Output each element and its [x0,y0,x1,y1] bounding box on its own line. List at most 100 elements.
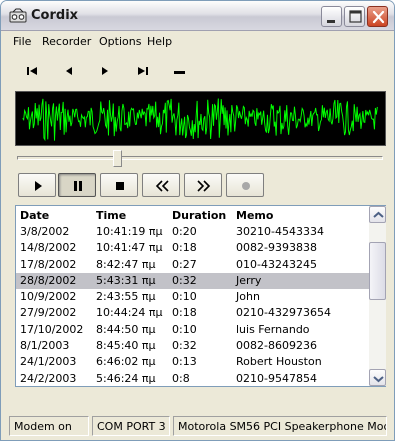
title-bar[interactable]: Cordix [1,1,394,31]
cell-date: 24/1/2003 [20,355,77,369]
scroll-up-button[interactable] [369,206,386,223]
cell-date: 28/8/2002 [20,273,77,287]
column-header-time[interactable]: Time [96,209,126,222]
skip-to-start-icon [27,67,37,75]
cell-time: 6:46:02 πμ [96,355,156,369]
scroll-down-icon [373,376,384,383]
list-header: Date Time Duration Memo [16,206,369,224]
cell-duration: 0:10 [172,290,197,304]
cell-memo: 010-43243245 [236,257,317,271]
scroll-up-icon [373,211,384,218]
scroll-down-button[interactable] [369,369,386,386]
minimize-icon [327,20,335,23]
record-icon [242,182,250,190]
cell-time: 2:43:55 πμ [96,290,156,304]
tape-recorder-icon [9,8,27,23]
window-title: Cordix [31,8,79,23]
step-back-icon [66,67,72,75]
cell-date: 17/10/2002 [20,322,84,336]
table-row[interactable]: 24/2/2003 5:46:24 πμ 0:8 0210-9547854 [16,371,369,387]
cell-time: 8:44:50 πμ [96,322,156,336]
player-controls [18,173,273,197]
cell-memo: luis Fernando [236,322,310,336]
play-icon [102,67,108,75]
skip-to-start-button[interactable] [20,59,44,83]
status-modem: Modem on [9,416,89,436]
status-bar: Modem on COM PORT 3 Motorola SM56 PCI Sp… [1,413,394,440]
close-icon [372,10,385,24]
pause-button[interactable] [58,173,96,197]
cell-date: 27/9/2002 [20,306,77,320]
menu-file[interactable]: File [13,35,31,48]
cell-time: 10:41:47 πμ [96,241,163,255]
cell-duration: 0:18 [172,306,197,320]
cell-time: 5:46:24 πμ [96,371,156,385]
maximize-icon [349,10,362,23]
status-device: Motorola SM56 PCI Speakerphone Modem [173,416,387,436]
list-rows: 3/8/2002 10:41:19 πμ 0:20 30210-4543334 14/8… [16,224,369,387]
status-port: COM PORT 3 [92,416,170,436]
cell-memo: 30210-4543334 [236,225,324,238]
waveform-display [15,91,386,146]
stop-icon [174,71,185,74]
transport-toolbar [1,55,394,87]
maximize-button[interactable] [344,6,365,27]
menu-help[interactable]: Help [147,35,172,48]
table-row[interactable]: 28/8/2002 5:43:31 πμ 0:32 Jerry [16,272,369,290]
cell-time: 10:41:19 πμ [96,225,163,238]
rewind-button[interactable] [142,173,180,197]
fast-forward-button[interactable] [184,173,222,197]
cell-duration: 0:32 [172,273,197,287]
rewind-icon [155,180,169,192]
table-row[interactable]: 3/8/2002 10:41:19 πμ 0:20 30210-4543334 [16,224,369,240]
cell-duration: 0:18 [172,241,197,255]
table-row[interactable]: 10/9/2002 2:43:55 πμ 0:10 John [16,289,369,305]
pause-icon [74,181,82,191]
cell-memo: 0082-9393838 [236,241,317,255]
stop-icon [116,182,124,190]
menu-options[interactable]: Options [99,35,141,48]
record-button[interactable] [226,173,264,197]
stop-button[interactable] [100,173,138,197]
play-button[interactable] [93,59,117,83]
position-slider-thumb[interactable] [113,150,122,167]
cell-memo: 0082-8609236 [236,339,317,353]
cell-duration: 0:8 [172,371,190,385]
play-icon [35,181,42,191]
menu-recorder[interactable]: Recorder [42,35,91,48]
play-button[interactable] [18,173,56,197]
cell-time: 8:42:47 πμ [96,257,156,271]
cell-date: 3/8/2002 [20,225,70,238]
cell-duration: 0:13 [172,355,197,369]
table-row[interactable]: 27/9/2002 10:44:24 πμ 0:18 0210-432973654 [16,305,369,321]
skip-to-end-icon [138,67,148,75]
column-header-memo[interactable]: Memo [236,209,273,222]
cell-date: 14/8/2002 [20,241,77,255]
cell-time: 8:45:40 πμ [96,339,156,353]
table-row[interactable]: 17/8/2002 8:42:47 πμ 0:27 010-43243245 [16,257,369,273]
step-back-button[interactable] [57,59,81,83]
skip-to-end-button[interactable] [131,59,155,83]
recordings-list[interactable]: Date Time Duration Memo 3/8/2002 10:41:19… [15,205,386,387]
table-row[interactable]: 8/1/2003 8:45:40 πμ 0:32 0082-8609236 [16,338,369,354]
position-slider-track[interactable] [17,156,383,160]
column-header-duration[interactable]: Duration [172,209,226,222]
table-row[interactable]: 14/8/2002 10:41:47 πμ 0:18 0082-9393838 [16,240,369,256]
cell-memo: 0210-9547854 [236,371,317,385]
cell-duration: 0:27 [172,257,197,271]
cell-time: 5:43:31 πμ [96,273,156,287]
cell-memo: Robert Houston [236,355,322,369]
column-header-date[interactable]: Date [20,209,49,222]
cell-duration: 0:10 [172,322,197,336]
cell-date: 8/1/2003 [20,339,70,353]
table-row[interactable]: 24/1/2003 6:46:02 πμ 0:13 Robert Houston [16,354,369,370]
close-button[interactable] [367,6,388,27]
table-row[interactable]: 17/10/2002 8:44:50 πμ 0:10 luis Fernando [16,322,369,338]
stop-button[interactable] [168,59,192,83]
scroll-thumb[interactable] [369,242,386,300]
app-window: Cordix File Recorder Options Help Date T… [0,0,395,441]
minimize-button[interactable] [321,6,342,27]
vertical-scrollbar[interactable] [369,206,386,386]
cell-date: 17/8/2002 [20,257,77,271]
cell-memo: 0210-432973654 [236,306,331,320]
